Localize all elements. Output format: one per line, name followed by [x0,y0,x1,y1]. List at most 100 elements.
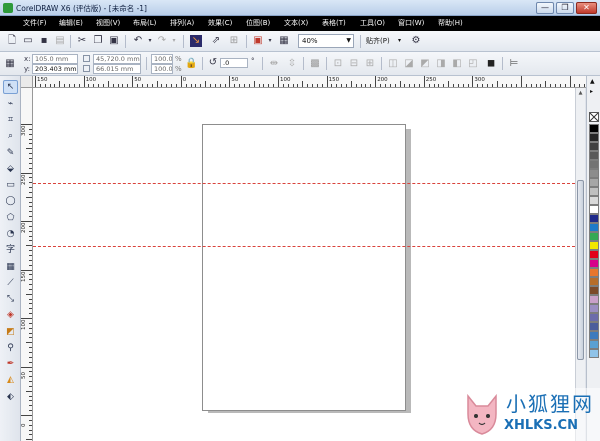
scale-y-field[interactable]: 100.0 [151,64,173,74]
color-swatch[interactable] [589,142,599,151]
transparency-tool-icon[interactable]: ◩ [3,325,18,339]
palette-scroll-up-icon[interactable]: ▲ [590,78,595,85]
menu-help[interactable]: 帮助(H) [438,18,463,28]
color-swatch[interactable] [589,313,599,322]
ungroup-icon[interactable]: ⊟ [348,58,360,70]
menu-bitmaps[interactable]: 位图(B) [246,18,270,28]
color-swatch[interactable] [589,241,599,250]
menu-table[interactable]: 表格(T) [322,18,346,28]
publish-pdf-icon[interactable]: ⊞ [228,35,240,47]
color-swatch[interactable] [589,232,599,241]
rotation-angle-field[interactable]: .0 [220,58,248,68]
undo-icon[interactable]: ↶ [132,35,144,47]
ellipse-tool-icon[interactable]: ◯ [3,194,18,208]
menu-effects[interactable]: 效果(C) [208,18,232,28]
cut-icon[interactable]: ✂ [76,35,88,47]
height-field[interactable]: 66.015 mm [93,64,141,74]
guideline-horizontal-1[interactable] [33,183,575,184]
paste-icon[interactable]: ▣ [108,35,120,47]
color-swatch[interactable] [589,340,599,349]
align-distribute-icon[interactable]: ⊨ [508,58,520,70]
welcome-screen-icon[interactable]: ▦ [278,35,290,47]
color-swatch[interactable] [589,295,599,304]
shape-tool-icon[interactable]: ⌁ [3,97,18,111]
color-swatch[interactable] [589,214,599,223]
menu-layout[interactable]: 布局(L) [133,18,156,28]
import-icon[interactable]: ↘ [190,35,202,47]
eyedropper-tool-icon[interactable]: ⚲ [3,341,18,355]
outline-pen-tool-icon[interactable]: ✒ [3,357,18,371]
crop-tool-icon[interactable]: ⌗ [3,113,18,127]
palette-flyout-icon[interactable]: ▸ [590,88,593,95]
text-tool-icon[interactable]: 字 [3,243,18,257]
color-swatch[interactable] [589,187,599,196]
launcher-dropdown-icon[interactable]: ▾ [264,35,276,47]
freehand-tool-icon[interactable]: ✎ [3,146,18,160]
application-launcher-icon[interactable]: ▣ [252,35,264,47]
horizontal-ruler[interactable]: 150 100 50 0 50 100 150 200 250 300 [21,76,586,88]
mirror-vertical-icon[interactable]: ⇳ [286,58,298,70]
scroll-up-icon[interactable]: ▲ [577,90,584,98]
close-button[interactable]: ✕ [576,2,597,14]
dimension-tool-icon[interactable]: ⟋ [3,276,18,290]
save-icon[interactable]: ▪ [38,35,50,47]
color-swatch[interactable] [589,223,599,232]
break-apart-icon[interactable]: ◪ [403,58,415,70]
to-front-icon[interactable]: ◼ [485,58,497,70]
color-swatch[interactable] [589,250,599,259]
new-document-icon[interactable]: 🗋 [6,35,18,47]
trim-icon[interactable]: ◨ [435,58,447,70]
color-swatch[interactable] [589,196,599,205]
copy-icon[interactable]: ❐ [92,35,104,47]
color-swatch[interactable] [589,133,599,142]
color-swatch[interactable] [589,277,599,286]
snap-to-button[interactable]: 贴齐(P) [366,36,390,46]
options-icon[interactable]: ⚙ [410,35,422,47]
menu-view[interactable]: 视图(V) [96,18,120,28]
color-swatch[interactable] [589,304,599,313]
weld-icon[interactable]: ◩ [419,58,431,70]
menu-text[interactable]: 文本(X) [284,18,308,28]
color-swatch[interactable] [589,160,599,169]
zoom-level-combo[interactable]: 40% ▼ [298,34,354,48]
polygon-tool-icon[interactable]: ⬠ [3,211,18,225]
redo-icon[interactable]: ↷ [156,35,168,47]
menu-tools[interactable]: 工具(O) [360,18,385,28]
page-size-icon[interactable]: ▦ [4,58,16,70]
interactive-blend-tool-icon[interactable]: ◈ [3,308,18,322]
y-position-field[interactable]: 203.403 mm [32,64,78,74]
color-swatch[interactable] [589,169,599,178]
pick-tool-icon[interactable]: ↖ [3,80,18,94]
menu-arrange[interactable]: 排列(A) [170,18,194,28]
color-swatch[interactable] [589,286,599,295]
connector-tool-icon[interactable]: ⤡ [3,292,18,306]
table-tool-icon[interactable]: ▦ [3,260,18,274]
restore-button[interactable]: ❐ [556,2,574,14]
fill-tool-icon[interactable]: ◭ [3,373,18,387]
color-swatch[interactable] [589,205,599,214]
width-field[interactable]: 45,720.0 mm [93,54,141,64]
color-swatch[interactable] [589,268,599,277]
color-swatch[interactable] [589,322,599,331]
simplify-icon[interactable]: ◰ [467,58,479,70]
lock-ratio-icon[interactable]: 🔒 [185,58,197,70]
intersect-icon[interactable]: ◧ [451,58,463,70]
wrap-text-icon[interactable]: ▩ [309,58,321,70]
menu-edit[interactable]: 编辑(E) [59,18,83,28]
interactive-fill-tool-icon[interactable]: ⬖ [3,390,18,404]
smart-fill-tool-icon[interactable]: ⬙ [3,162,18,176]
menu-file[interactable]: 文件(F) [23,18,47,28]
mirror-horizontal-icon[interactable]: ⇹ [268,58,280,70]
no-color-swatch[interactable] [589,112,599,122]
drawing-page[interactable] [202,124,406,411]
x-position-field[interactable]: 105.0 mm [32,54,78,64]
group-icon[interactable]: ⊡ [332,58,344,70]
color-swatch[interactable] [589,178,599,187]
menu-window[interactable]: 窗口(W) [398,18,424,28]
ungroup-all-icon[interactable]: ⊞ [364,58,376,70]
color-swatch[interactable] [589,259,599,268]
scale-x-field[interactable]: 100.0 [151,54,173,64]
ruler-origin-corner[interactable] [21,76,33,88]
color-swatch[interactable] [589,124,599,133]
vertical-scrollbar-thumb[interactable] [577,180,584,360]
